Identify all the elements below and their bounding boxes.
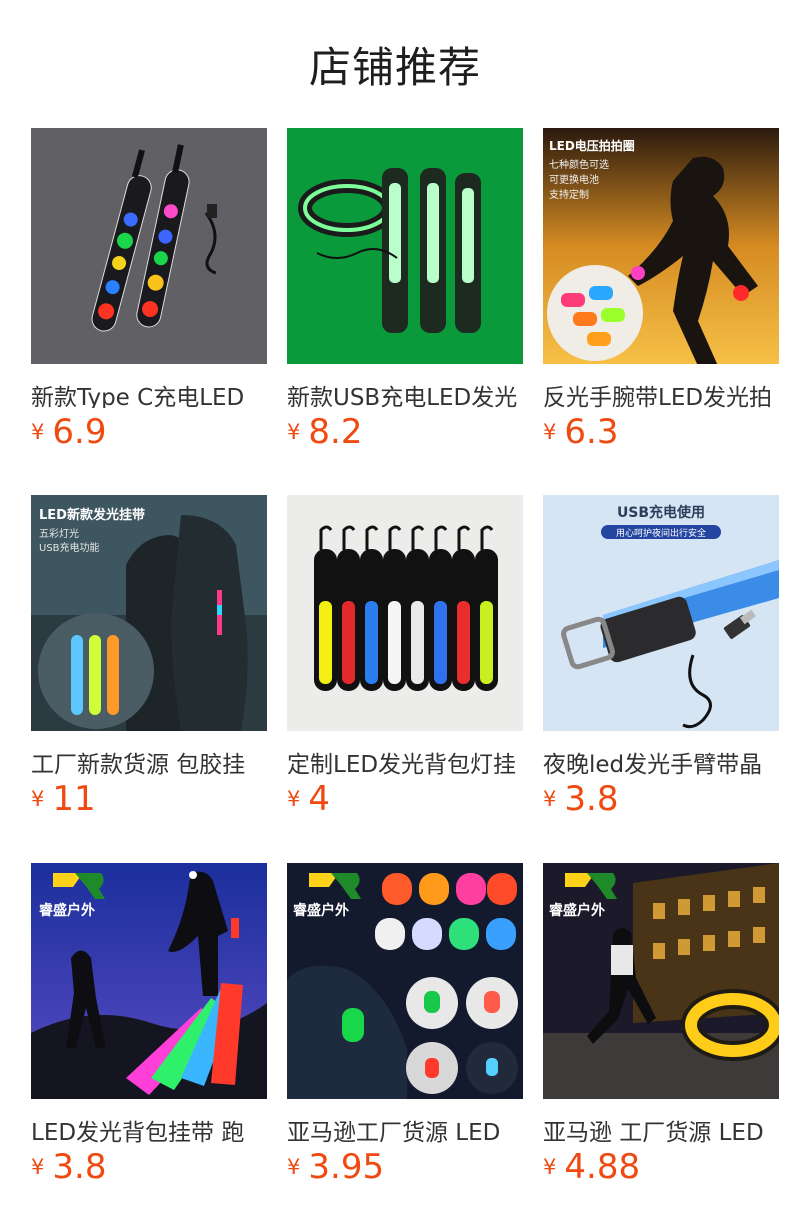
brand-logo-text: 睿盛户外	[292, 902, 349, 919]
price-value: 4.88	[564, 1147, 641, 1187]
image-caption-title: LED电压拍拍圈	[549, 138, 635, 153]
product-price: ¥6.9	[31, 412, 267, 452]
currency-symbol: ¥	[31, 1155, 45, 1179]
product-card[interactable]: 新款USB充电LED发光 ¥8.2	[287, 128, 523, 452]
image-caption-title: USB充电使用	[617, 504, 705, 521]
led-strap-image[interactable]	[31, 128, 267, 364]
product-name[interactable]: 夜晚led发光手臂带晶	[543, 745, 779, 775]
product-card[interactable]: USB充电使用 用心呵护夜间出行安全 夜晚led发光手臂带晶 ¥3.8	[543, 495, 779, 819]
price-value: 8.2	[308, 412, 363, 452]
product-card[interactable]: 定制LED发光背包灯挂 ¥4	[287, 495, 523, 819]
product-price: ¥3.95	[287, 1147, 523, 1187]
image-caption-line: 七种颜色可选	[549, 158, 609, 171]
product-name[interactable]: 定制LED发光背包灯挂	[287, 745, 523, 775]
price-value: 4	[308, 779, 331, 819]
currency-symbol: ¥	[543, 420, 557, 444]
product-name[interactable]: 亚马逊工厂货源 LED	[287, 1113, 523, 1143]
product-name[interactable]: 新款USB充电LED发光	[287, 378, 523, 408]
product-card[interactable]: 睿盛户外 亚马逊 工厂货源 LED ¥4.88	[543, 863, 779, 1187]
image-caption-line: USB充电功能	[39, 541, 100, 554]
currency-symbol: ¥	[543, 1155, 557, 1179]
colored-strap-row-image[interactable]	[287, 495, 523, 731]
image-caption-line: 支持定制	[549, 188, 589, 201]
street-runner-image[interactable]: 睿盛户外	[543, 863, 779, 1099]
product-price: ¥11	[31, 779, 267, 819]
brand-logo-text: 睿盛户外	[548, 902, 605, 919]
product-card[interactable]: 睿盛户外 LED发光背包挂带 跑 ¥3.8	[31, 863, 267, 1187]
product-card[interactable]: LED新款发光挂带 五彩灯光 USB充电功能 工厂新款货源 包胶挂 ¥11	[31, 495, 267, 819]
product-card[interactable]: LED电压拍拍圈 七种颜色可选 可更换电池 支持定制 反光手腕带LED发光拍 ¥…	[543, 128, 779, 452]
image-caption-line: 用心呵护夜间出行安全	[616, 527, 706, 539]
product-price: ¥4	[287, 779, 523, 819]
night-hikers-image[interactable]: 睿盛户外	[31, 863, 267, 1099]
currency-symbol: ¥	[287, 787, 301, 811]
currency-symbol: ¥	[31, 420, 45, 444]
price-value: 3.8	[564, 779, 619, 819]
price-value: 6.3	[564, 412, 619, 452]
currency-symbol: ¥	[287, 420, 301, 444]
price-value: 11	[52, 779, 96, 819]
product-price: ¥6.3	[543, 412, 779, 452]
price-value: 3.8	[52, 1147, 107, 1187]
product-price: ¥4.88	[543, 1147, 779, 1187]
product-name[interactable]: 反光手腕带LED发光拍	[543, 378, 779, 408]
image-caption-title: LED新款发光挂带	[39, 507, 145, 523]
price-value: 3.95	[308, 1147, 385, 1187]
product-name[interactable]: 亚马逊 工厂货源 LED	[543, 1113, 779, 1143]
currency-symbol: ¥	[31, 787, 45, 811]
product-name[interactable]: LED发光背包挂带 跑	[31, 1113, 267, 1143]
brand-logo-text: 睿盛户外	[38, 902, 95, 919]
image-caption-line: 五彩灯光	[39, 527, 79, 540]
usb-armband-image[interactable]: USB充电使用 用心呵护夜间出行安全	[543, 495, 779, 731]
product-name[interactable]: 工厂新款货源 包胶挂	[31, 745, 267, 775]
page-title: 店铺推荐	[308, 43, 481, 92]
currency-symbol: ¥	[543, 787, 557, 811]
currency-symbol: ¥	[287, 1155, 301, 1179]
product-price: ¥3.8	[543, 779, 779, 819]
product-price: ¥8.2	[287, 412, 523, 452]
product-card[interactable]: 睿盛户外 亚马逊工厂货源 LED ¥3.95	[287, 863, 523, 1187]
armband-clips-image[interactable]: 睿盛户外	[287, 863, 523, 1099]
image-caption-line: 可更换电池	[549, 173, 599, 186]
product-price: ¥3.8	[31, 1147, 267, 1187]
product-name[interactable]: 新款Type C充电LED	[31, 378, 267, 408]
runner-wristband-image[interactable]: LED电压拍拍圈 七种颜色可选 可更换电池 支持定制	[543, 128, 779, 364]
green-led-strap-image[interactable]	[287, 128, 523, 364]
product-card[interactable]: 新款Type C充电LED ¥6.9	[31, 128, 267, 452]
backpack-hiker-image[interactable]: LED新款发光挂带 五彩灯光 USB充电功能	[31, 495, 267, 731]
price-value: 6.9	[52, 412, 107, 452]
product-grid: 新款Type C充电LED ¥6.9 新款USB充电LED发光 ¥8.2 LED…	[31, 128, 790, 1232]
